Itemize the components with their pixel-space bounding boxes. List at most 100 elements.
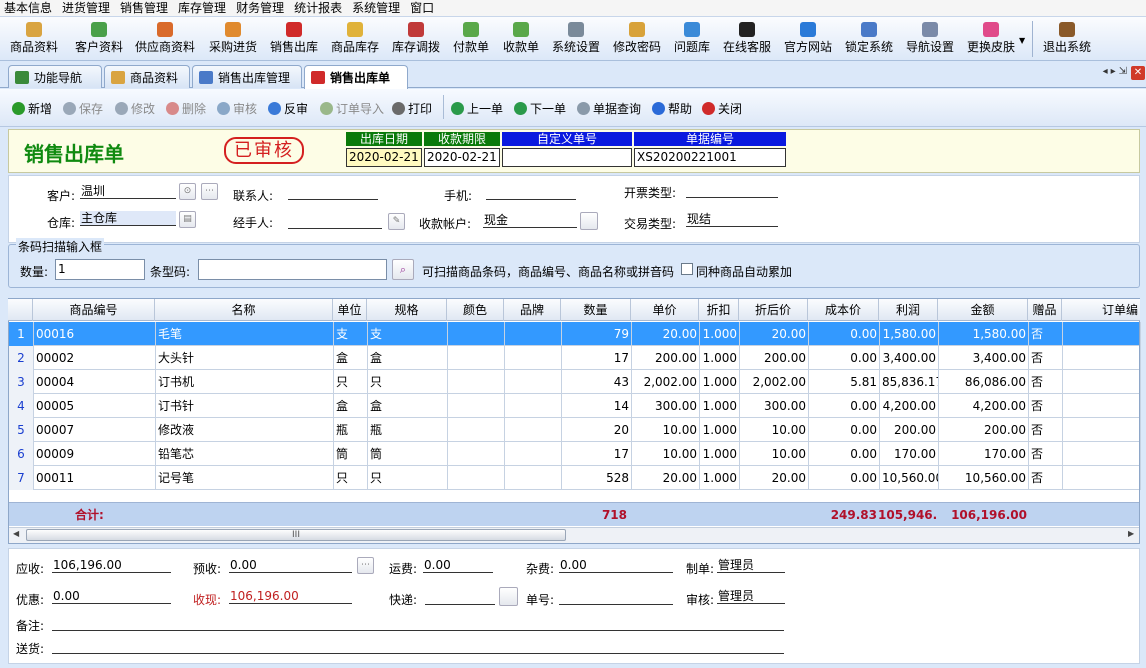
customer-lookup-icon[interactable]: ⊙ <box>179 183 196 200</box>
express-dropdown-icon[interactable] <box>499 587 518 606</box>
scan-qty-input[interactable]: 1 <box>55 259 145 280</box>
menu-purchase[interactable]: 进货管理 <box>58 0 116 16</box>
toolbar-transfer-button[interactable]: 库存调拨 <box>387 17 445 60</box>
unit-cell[interactable]: 只 <box>334 370 368 394</box>
due-date-field[interactable]: 2020-02-21 <box>424 148 500 167</box>
color-cell[interactable] <box>448 418 505 442</box>
next-bill-button[interactable]: 下一单 <box>514 99 566 117</box>
unit-cell[interactable]: 只 <box>334 466 368 490</box>
col-gift[interactable]: 赠品 <box>1028 299 1062 321</box>
brand-cell[interactable] <box>505 442 562 466</box>
order-no-cell[interactable] <box>1063 322 1141 346</box>
cost-cell[interactable]: 0.00 <box>809 394 880 418</box>
name-cell[interactable]: 记号笔 <box>156 466 334 490</box>
tab-close-icon[interactable]: ✕ <box>1131 66 1145 80</box>
table-row[interactable]: 6 00009 铅笔芯筒筒 17 10.00 1.000 10.00 0.00 170.00 17… <box>9 442 1141 466</box>
name-cell[interactable]: 铅笔芯 <box>156 442 334 466</box>
price-cell[interactable]: 200.00 <box>632 346 700 370</box>
brand-cell[interactable] <box>505 466 562 490</box>
tab-product[interactable]: 商品资料 <box>104 65 190 88</box>
color-cell[interactable] <box>448 394 505 418</box>
brand-cell[interactable] <box>505 346 562 370</box>
toolbar-exit-button[interactable]: 退出系统 <box>1038 17 1096 60</box>
table-row[interactable]: 5 00007 修改液瓶瓶 20 10.00 1.000 10.00 0.00 200.00 20… <box>9 418 1141 442</box>
contact-field[interactable] <box>288 185 378 200</box>
color-cell[interactable] <box>448 370 505 394</box>
prepaid-lookup-icon[interactable]: ⋯ <box>357 557 374 574</box>
spec-cell[interactable]: 瓶 <box>368 418 448 442</box>
phone-field[interactable] <box>486 185 576 200</box>
col-product-code[interactable]: 商品编号 <box>33 299 155 321</box>
name-cell[interactable]: 订书机 <box>156 370 334 394</box>
price-cell[interactable]: 10.00 <box>632 418 700 442</box>
cost-cell[interactable]: 0.00 <box>809 418 880 442</box>
amount-cell[interactable]: 170.00 <box>939 442 1029 466</box>
qty-cell[interactable]: 17 <box>562 346 632 370</box>
customer-add-icon[interactable]: ⋯ <box>201 183 218 200</box>
spec-cell[interactable]: 只 <box>368 370 448 394</box>
col-order-no[interactable]: 订单编 <box>1062 299 1140 321</box>
discount-cell[interactable]: 1.000 <box>700 346 740 370</box>
product-code-cell[interactable]: 00005 <box>34 394 156 418</box>
profit-cell[interactable]: 1,580.00 <box>880 322 939 346</box>
discounted-price-cell[interactable]: 20.00 <box>740 322 809 346</box>
col-qty[interactable]: 数量 <box>561 299 631 321</box>
toolbar-settings-button[interactable]: 系统设置 <box>547 17 605 60</box>
toolbar-payment-button[interactable]: 付款单 <box>448 17 494 60</box>
product-code-cell[interactable]: 00007 <box>34 418 156 442</box>
table-row[interactable]: 7 00011 记号笔只只 528 20.00 1.000 20.00 0.00 10,560.… <box>9 466 1141 490</box>
profit-cell[interactable]: 170.00 <box>880 442 939 466</box>
spec-cell[interactable]: 筒 <box>368 442 448 466</box>
trade-type-field[interactable]: 现结 <box>686 212 778 227</box>
col-cost[interactable]: 成本价 <box>808 299 879 321</box>
toolbar-product-button[interactable]: 商品资料 <box>4 17 64 60</box>
amount-cell[interactable]: 10,560.00 <box>939 466 1029 490</box>
unit-cell[interactable]: 瓶 <box>334 418 368 442</box>
product-code-cell[interactable]: 00009 <box>34 442 156 466</box>
col-spec[interactable]: 规格 <box>367 299 447 321</box>
scroll-right-arrow-icon[interactable]: ▶ <box>1128 529 1134 538</box>
bill-query-button[interactable]: 单据查询 <box>577 99 641 117</box>
scrollbar-thumb[interactable]: III <box>26 529 566 541</box>
warehouse-field[interactable]: 主仓库 <box>80 211 176 226</box>
toolbar-lock-button[interactable]: 锁定系统 <box>840 17 898 60</box>
row-number[interactable]: 3 <box>9 370 34 394</box>
discount-cell[interactable]: 1.000 <box>700 442 740 466</box>
color-cell[interactable] <box>448 442 505 466</box>
name-cell[interactable]: 修改液 <box>156 418 334 442</box>
express-field[interactable] <box>425 590 495 605</box>
delete-button[interactable]: 删除 <box>166 99 206 117</box>
discount-cell[interactable]: 1.000 <box>700 370 740 394</box>
price-cell[interactable]: 300.00 <box>632 394 700 418</box>
barcode-input[interactable] <box>198 259 387 280</box>
save-button[interactable]: 保存 <box>63 99 103 117</box>
tab-function-nav[interactable]: 功能导航 <box>8 65 102 88</box>
prev-bill-button[interactable]: 上一单 <box>451 99 503 117</box>
col-price[interactable]: 单价 <box>631 299 699 321</box>
cash-field[interactable]: 106,196.00 <box>229 589 352 604</box>
order-import-button[interactable]: 订单导入 <box>320 99 384 117</box>
table-row[interactable]: 1 00016 毛笔支支 79 20.00 1.000 20.00 0.00 1,580.00 1… <box>9 322 1141 346</box>
discounted-price-cell[interactable]: 10.00 <box>740 442 809 466</box>
price-cell[interactable]: 20.00 <box>632 322 700 346</box>
tab-scroll-arrows-icon[interactable]: ◂▸⇲ <box>1103 66 1130 77</box>
receivable-field[interactable]: 106,196.00 <box>52 558 171 573</box>
discounted-price-cell[interactable]: 300.00 <box>740 394 809 418</box>
product-code-cell[interactable]: 00004 <box>34 370 156 394</box>
gift-cell[interactable]: 否 <box>1029 370 1063 394</box>
custom-no-field[interactable] <box>502 148 632 167</box>
account-dropdown-icon[interactable] <box>580 212 598 230</box>
warehouse-lookup-icon[interactable]: ▤ <box>179 211 196 228</box>
handler-lookup-icon[interactable]: ✎ <box>388 213 405 230</box>
freight-field[interactable]: 0.00 <box>423 558 493 573</box>
menu-finance[interactable]: 财务管理 <box>232 0 290 16</box>
menu-basic-info[interactable]: 基本信息 <box>0 0 58 16</box>
gift-cell[interactable]: 否 <box>1029 442 1063 466</box>
name-cell[interactable]: 毛笔 <box>156 322 334 346</box>
row-number[interactable]: 6 <box>9 442 34 466</box>
prepaid-field[interactable]: 0.00 <box>229 558 352 573</box>
toolbar-stock-button[interactable]: 商品库存 <box>326 17 384 60</box>
price-cell[interactable]: 10.00 <box>632 442 700 466</box>
toolbar-support-button[interactable]: 在线客服 <box>718 17 776 60</box>
product-code-cell[interactable]: 00011 <box>34 466 156 490</box>
